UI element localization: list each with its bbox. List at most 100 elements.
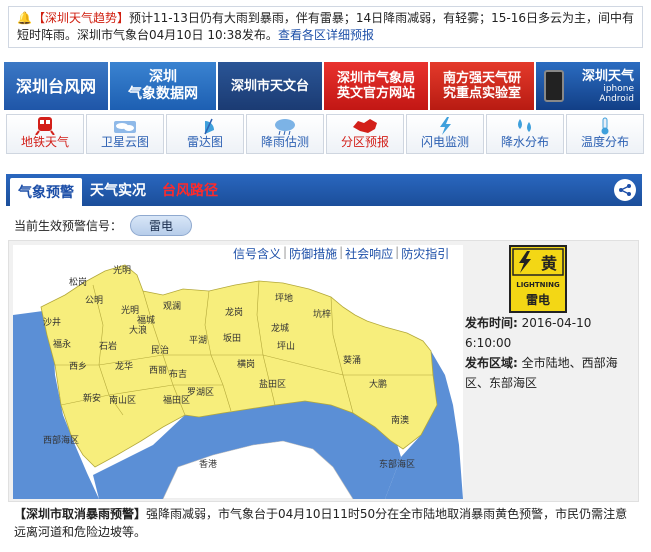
time-value-2: 6:10:00 [465,336,512,350]
map-label: 平湖 [189,335,207,346]
map-label: 坑梓 [313,308,331,320]
link-separator: | [395,245,400,259]
map-label: 石岩 [99,340,117,352]
precipitation-icon [518,119,531,132]
nav-label: 闪电监测 [420,135,469,149]
map-label: 新安 [83,392,101,404]
banner-label: 深圳 [149,69,177,85]
map-label: 大鹏 [369,378,387,390]
map-label: 葵涌 [343,354,361,366]
map-links: 信号含义 | 防御措施 | 社会响应 | 防灾指引 [233,245,449,262]
nav-label: 分区预报 [340,135,389,149]
notice-tag: 【深圳天气趋势】 [33,11,130,25]
phone-icon [544,70,564,102]
tab-live-weather[interactable]: 天气实况 [82,174,154,206]
map-label: 坪地 [275,292,293,304]
warning-panel: 光明 松岗 公明 沙井 光明 福永 石岩 观澜 西乡 龙华 民治 大浪 福城 平… [8,240,639,502]
nav-label: 温度分布 [580,135,629,149]
map-label: 南山区 [109,394,136,406]
map-label: 松岗 [69,276,87,288]
banner-weather-data[interactable]: 深圳 气象数据网 [110,62,216,110]
map-label: 横岗 [237,358,255,370]
link-signal-meaning[interactable]: 信号含义 [233,245,281,262]
nav-satellite[interactable]: 卫星云图 [86,114,164,154]
map-label: 福城 [137,314,155,326]
lightning-icon [440,117,451,135]
map-label: 南澳 [391,414,409,426]
forecast-notice: 🔔【深圳天气趋势】预计11-13日仍有大雨到暴雨，伴有雷暴；14日降雨减弱，有轻… [8,6,643,48]
banner-mobile-app[interactable]: 深圳天气 iphone Android [536,62,640,110]
banner-row: 深圳台风网 深圳 气象数据网 深圳市天文台 深圳市气象局 英文官方网站 南方强天气研… [4,62,647,110]
thermometer-icon [601,117,609,135]
rain-cloud-icon [275,119,295,135]
banner-label: 英文官方网站 [336,86,415,101]
radar-icon [204,118,214,135]
link-social-response[interactable]: 社会响应 [345,245,393,262]
map-label: 罗湖区 [187,387,214,398]
map-label: 福永 [53,338,71,350]
share-icon [619,184,631,196]
signal-pill-lightning[interactable]: 雷电 [130,214,193,236]
tab-bar: 气象预警 天气实况 台风路径 [6,174,642,206]
share-button[interactable] [614,179,636,201]
time-value: 2016-04-10 [521,316,592,330]
link-separator: | [283,245,288,259]
map-label: 民治 [151,344,169,356]
area-label: 发布区域: [465,356,518,370]
cancel-notice-title: 【深圳市取消暴雨预警】 [14,507,147,521]
nav-precip-distribution[interactable]: 降水分布 [486,114,564,154]
tab-typhoon-track[interactable]: 台风路径 [154,174,226,206]
nav-rain-estimate[interactable]: 降雨估测 [246,114,324,154]
signal-level-text: 黄 [541,254,557,273]
current-signal-row: 当前生效预警信号： 雷电 [14,214,193,236]
banner-label: 深圳市气象局 [336,71,415,86]
map-label: 东部海区 [379,458,415,470]
nav-metro-weather[interactable]: 地铁天气 [6,114,84,154]
cancel-notice: 【深圳市取消暴雨预警】强降雨减弱，市气象台于04月10日11时50分在全市陆地取… [14,505,639,541]
current-signal-label: 当前生效预警信号： [14,218,123,233]
warning-info: 发布时间: 2016-04-10 6:10:00 发布区域: 全市陆地、西部海区… [465,313,637,393]
metro-icon [35,117,55,135]
banner-severe-weather-lab[interactable]: 南方强天气研 究重点实验室 [430,62,534,110]
map-label: 龙城 [271,322,289,334]
map-label: 龙华 [115,360,133,372]
map-label: 香港 [199,458,217,470]
banner-typhoon-site[interactable]: 深圳台风网 [4,62,108,110]
signal-en-text: LIGHTNING [516,281,560,289]
banner-english-site[interactable]: 深圳市气象局 英文官方网站 [324,62,428,110]
time-label: 发布时间: [465,316,518,330]
link-disaster-guide[interactable]: 防灾指引 [401,245,449,262]
nav-label: 地铁天气 [20,135,69,149]
nav-label: 雷达图 [186,135,223,149]
nav-label: 卫星云图 [100,135,149,149]
nav-label: 降水分布 [500,135,549,149]
shenzhen-map: 光明 松岗 公明 沙井 光明 福永 石岩 观澜 西乡 龙华 民治 大浪 福城 平… [13,245,463,499]
banner-observatory[interactable]: 深圳市天文台 [218,62,322,110]
map-label: 龙岗 [225,306,243,318]
map-label: 光明 [113,264,131,276]
signal-cn-text: 雷电 [526,292,550,307]
lightning-signal-icon: 黄 LIGHTNING 雷电 [512,248,564,307]
map-label: 坂田 [223,333,241,344]
link-separator: | [339,245,344,259]
link-defense-measures[interactable]: 防御措施 [289,245,337,262]
map-label: 西部海区 [43,434,79,446]
nav-radar[interactable]: 雷达图 [166,114,244,154]
tab-warning[interactable]: 气象预警 [10,178,82,206]
nav-lightning[interactable]: 闪电监测 [406,114,484,154]
district-map-icon [353,119,377,133]
banner-label: 深圳市天文台 [230,78,309,94]
nav-district-forecast[interactable]: 分区预报 [326,114,404,154]
map-label: 光明 [121,304,139,316]
map-label: 西丽 [149,365,167,376]
district-forecast-link[interactable]: 查看各区详细预报 [278,28,374,42]
icon-nav: 地铁天气 卫星云图 雷达图 降雨估测 分区预报 闪电监测 降水分布 温度分布 [6,114,645,154]
lightning-signal-card: 黄 LIGHTNING 雷电 [509,245,567,313]
banner-small-label: iphone [603,83,634,94]
map-label: 沙井 [43,316,61,328]
nav-temperature[interactable]: 温度分布 [566,114,644,154]
banner-label: 深圳天气 [581,68,634,84]
map-label: 盐田区 [259,378,286,390]
map-label: 公明 [85,295,103,306]
satellite-icon [114,121,136,133]
